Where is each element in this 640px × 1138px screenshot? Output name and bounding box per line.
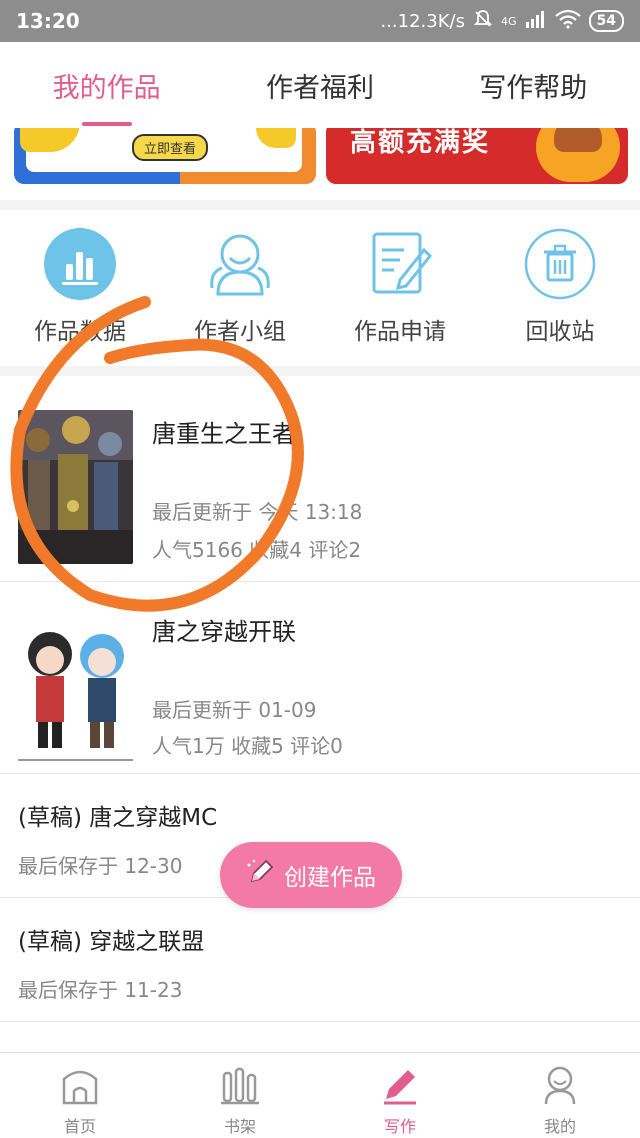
nav-mine[interactable]: 我的 <box>480 1053 640 1138</box>
nav-label: 首页 <box>63 1117 96 1136</box>
quick-action-label: 作者小组 <box>194 319 286 345</box>
pen-icon <box>378 1063 422 1107</box>
quick-action-work-data[interactable]: 作品数据 <box>0 210 160 366</box>
quick-action-recycle-bin[interactable]: 回收站 <box>480 210 640 366</box>
mascot-illustration <box>536 128 620 182</box>
work-stats: 人气5166 收藏4 评论2 <box>152 538 362 562</box>
network-speed: ...12.3K/s <box>380 10 465 32</box>
work-title: 唐重生之王者 <box>152 420 296 448</box>
work-cover-image <box>18 410 133 564</box>
list-item[interactable]: 唐之穿越开联 最后更新于 01-09 人气1万 收藏5 评论0 <box>0 582 640 774</box>
quick-action-work-apply[interactable]: 作品申请 <box>320 210 480 366</box>
trash-icon <box>524 228 596 300</box>
draft-saved: 最后保存于 11-23 <box>18 978 183 1002</box>
quick-action-author-group[interactable]: 作者小组 <box>160 210 320 366</box>
top-tabs: 我的作品 作者福利 写作帮助 <box>0 42 640 128</box>
banner-right[interactable]: 高额充满奖 <box>326 128 628 184</box>
nav-label: 写作 <box>383 1117 416 1136</box>
quick-action-label: 作品数据 <box>34 319 126 345</box>
create-work-button[interactable]: 创建作品 <box>220 842 402 908</box>
banner-carousel: 立即查看 高额充满奖 <box>0 128 640 200</box>
banner-right-title: 高额充满奖 <box>350 128 491 158</box>
quick-actions: 作品数据 作者小组 作品申请 回收站 <box>0 210 640 366</box>
battery-indicator: 54 <box>588 10 624 32</box>
signal-icon <box>525 10 547 33</box>
status-bar: 13:20 ...12.3K/s 4G 54 <box>0 0 640 42</box>
tab-writing-help[interactable]: 写作帮助 <box>469 42 597 128</box>
draft-title: (草稿) 唐之穿越MC <box>18 805 218 831</box>
banner-view-button[interactable]: 立即查看 <box>132 134 209 161</box>
section-divider <box>0 200 640 210</box>
work-updated: 最后更新于 01-09 <box>152 698 317 722</box>
work-stats: 人气1万 收藏5 评论0 <box>152 734 343 758</box>
nav-label: 我的 <box>543 1117 576 1136</box>
user-icon <box>538 1063 582 1107</box>
draft-saved: 最后保存于 12-30 <box>18 854 183 878</box>
section-divider <box>0 366 640 376</box>
bookshelf-icon <box>218 1063 262 1107</box>
group-icon <box>204 228 276 300</box>
work-cover-image <box>18 604 133 762</box>
status-icons: ...12.3K/s 4G 54 <box>380 9 624 34</box>
create-work-label: 创建作品 <box>284 865 376 891</box>
status-time: 13:20 <box>16 9 80 33</box>
bar-chart-icon <box>44 228 116 300</box>
edit-form-icon <box>364 228 436 300</box>
work-title: 唐之穿越开联 <box>152 618 296 646</box>
works-list: 唐重生之王者 最后更新于 今天 13:18 人气5166 收藏4 评论2 唐之穿… <box>0 376 640 1062</box>
home-icon <box>58 1063 102 1107</box>
nav-write[interactable]: 写作 <box>320 1053 480 1138</box>
nav-label: 书架 <box>223 1117 256 1136</box>
quick-action-label: 作品申请 <box>354 319 446 345</box>
bottom-nav: 首页 书架 写作 我的 <box>0 1052 640 1138</box>
list-item[interactable]: (草稿) 穿越之联盟 最后保存于 11-23 <box>0 898 640 1022</box>
nav-home[interactable]: 首页 <box>0 1053 160 1138</box>
bell-muted-icon <box>473 9 493 34</box>
work-updated: 最后更新于 今天 13:18 <box>152 500 363 524</box>
nav-bookshelf[interactable]: 书架 <box>160 1053 320 1138</box>
wifi-icon <box>554 9 581 34</box>
quick-action-label: 回收站 <box>525 319 595 345</box>
pen-icon <box>246 857 276 893</box>
network-type: 4G <box>500 14 517 28</box>
banner-left[interactable]: 立即查看 <box>14 128 316 184</box>
draft-title: (草稿) 穿越之联盟 <box>18 929 205 955</box>
list-item[interactable]: 唐重生之王者 最后更新于 今天 13:18 人气5166 收藏4 评论2 <box>0 376 640 582</box>
tab-my-works[interactable]: 我的作品 <box>43 42 171 128</box>
tab-author-benefits[interactable]: 作者福利 <box>256 42 384 128</box>
